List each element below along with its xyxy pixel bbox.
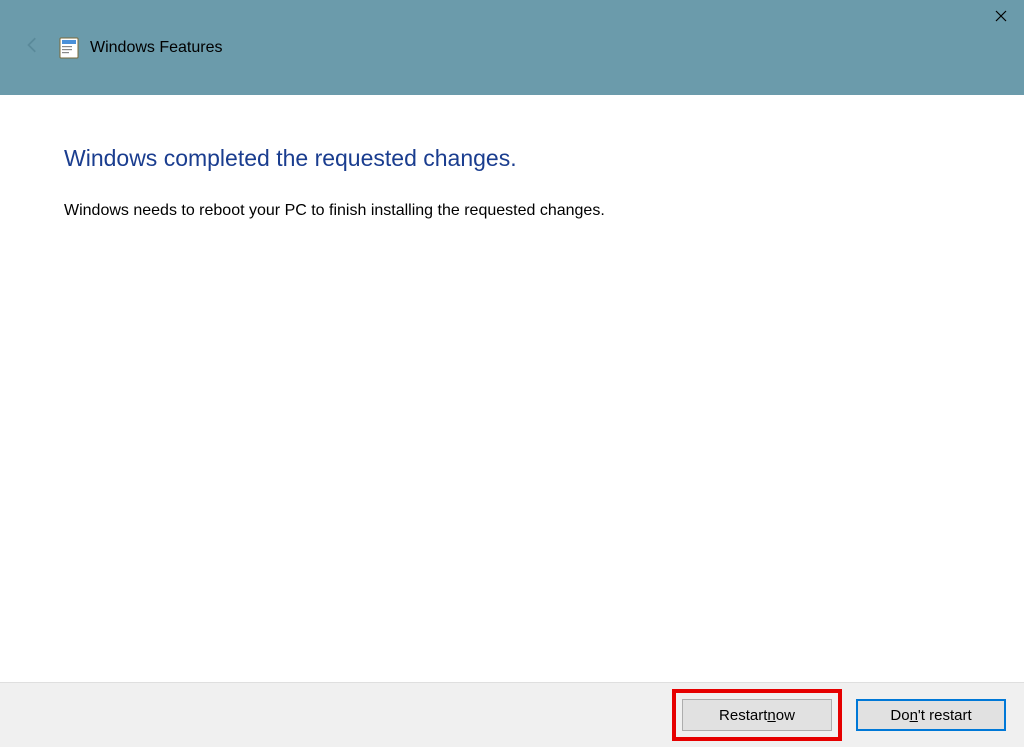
footer-bar: Restart now Don't restart bbox=[0, 682, 1024, 747]
restart-now-button[interactable]: Restart now bbox=[682, 699, 832, 731]
window-title: Windows Features bbox=[90, 39, 223, 57]
close-button[interactable] bbox=[978, 0, 1024, 32]
heading: Windows completed the requested changes. bbox=[64, 145, 960, 172]
windows-features-icon bbox=[58, 37, 80, 59]
back-arrow-icon[interactable] bbox=[18, 30, 48, 66]
dont-restart-button[interactable]: Don't restart bbox=[856, 699, 1006, 731]
content-area: Windows completed the requested changes.… bbox=[0, 95, 1024, 220]
titlebar: Windows Features bbox=[0, 0, 1024, 95]
restart-highlight: Restart now bbox=[672, 689, 842, 741]
body-text: Windows needs to reboot your PC to finis… bbox=[64, 202, 960, 220]
